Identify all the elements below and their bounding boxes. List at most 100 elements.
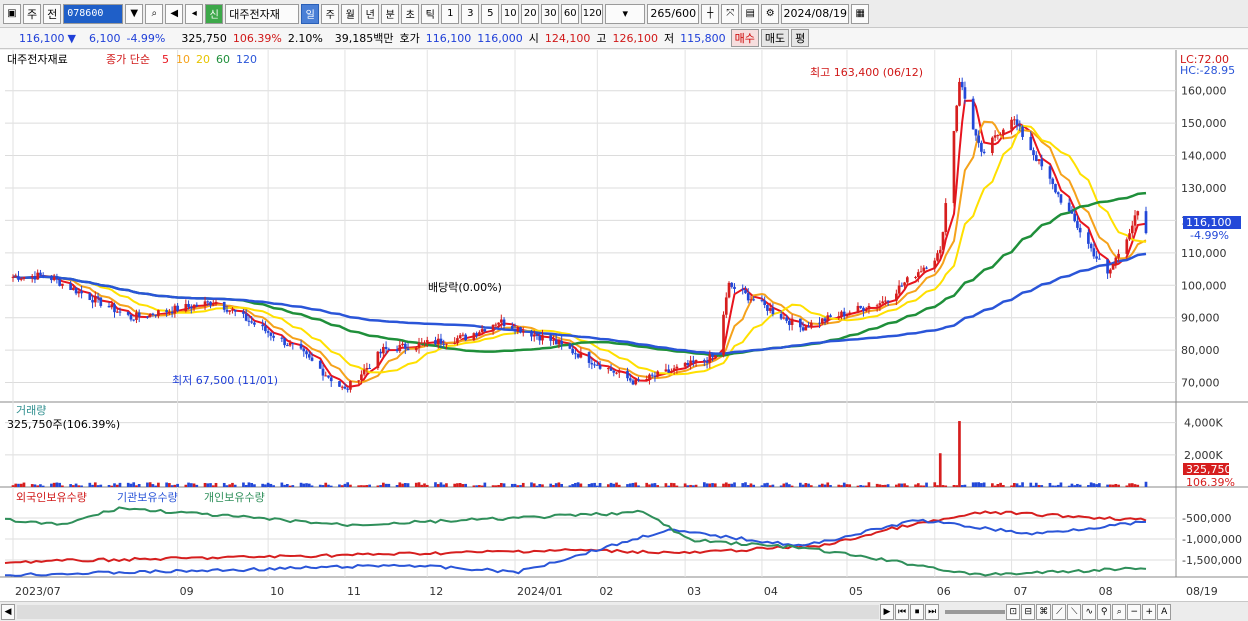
minute-60[interactable]: 60 — [561, 3, 580, 24]
scroll-right-icon[interactable]: ▶ — [880, 603, 894, 620]
minute-120[interactable]: 120 — [581, 3, 604, 24]
minute-1[interactable]: 1 — [441, 3, 460, 24]
stock-code-input[interactable]: 078600 — [63, 3, 124, 24]
period-year[interactable]: 년 — [361, 3, 380, 24]
candle — [820, 318, 824, 324]
candle — [1029, 136, 1033, 151]
zoom-out-icon[interactable]: − — [1127, 603, 1142, 620]
volume-bar — [856, 485, 860, 487]
minute-10[interactable]: 10 — [501, 3, 520, 24]
volume-bar — [96, 485, 100, 487]
holding-tick-label: -500,000 — [1182, 512, 1231, 525]
market-kind-select[interactable]: 전 — [43, 3, 62, 24]
volume-bar — [170, 485, 174, 487]
period-month[interactable]: 월 — [341, 3, 360, 24]
tool-icon-7[interactable]: ⚲ — [1097, 603, 1112, 620]
tool-icon-4[interactable]: ⟋ — [1052, 603, 1067, 620]
volume: 325,750 — [181, 31, 227, 45]
volume-bar — [771, 484, 775, 487]
new-badge[interactable]: 신 — [205, 3, 224, 24]
candle — [809, 322, 813, 328]
scroll-track[interactable] — [17, 604, 879, 619]
volume-bar — [203, 482, 207, 487]
volume-bar — [925, 482, 928, 487]
zoom-slider[interactable] — [945, 609, 1006, 614]
candle — [1037, 159, 1041, 161]
candle — [916, 272, 920, 278]
candle — [349, 381, 352, 390]
last-page-icon[interactable]: ⏭ — [925, 603, 940, 620]
period-minute[interactable]: 분 — [381, 3, 400, 24]
candle — [763, 300, 767, 306]
candle — [532, 334, 536, 337]
prev-stock-icon[interactable]: ◂ — [185, 3, 204, 24]
stock-chart[interactable]: 160,000150,000140,000130,000120,000110,0… — [0, 50, 1248, 601]
candle — [1021, 126, 1024, 137]
buy-button[interactable]: 매수 — [730, 29, 759, 47]
candle — [387, 348, 391, 350]
period-day[interactable]: 일 — [301, 3, 320, 24]
stock-name-field[interactable]: 대주전자재 — [225, 3, 300, 24]
minute-20[interactable]: 20 — [521, 3, 540, 24]
candle — [148, 313, 152, 317]
window-icon[interactable]: ▣ — [3, 3, 21, 24]
scroll-left-icon[interactable]: ◀ — [1, 603, 15, 620]
candle — [338, 381, 341, 387]
zoom-in-icon[interactable]: + — [1142, 603, 1157, 620]
candle — [705, 360, 709, 363]
tool-icon-2[interactable]: ⊟ — [1021, 603, 1036, 620]
volume-bar — [480, 485, 484, 487]
crosshair-icon[interactable]: ⤧ — [721, 3, 740, 24]
tool-icon-3[interactable]: ⌘ — [1036, 603, 1052, 620]
volume-bar — [510, 483, 514, 487]
date-input[interactable]: 2024/08/19 — [781, 3, 850, 24]
period-week[interactable]: 주 — [321, 3, 340, 24]
volume-bar — [977, 482, 980, 487]
save-icon[interactable]: ▤ — [741, 3, 760, 24]
volume-bar — [574, 482, 577, 487]
volume-bar — [1056, 484, 1060, 487]
candle — [574, 353, 577, 355]
period-second[interactable]: 초 — [401, 3, 420, 24]
speaker-icon[interactable]: ◀ — [165, 3, 184, 24]
tool-icon-5[interactable]: ⟍ — [1067, 603, 1082, 620]
minute-3[interactable]: 3 — [461, 3, 480, 24]
candle — [357, 380, 361, 382]
candle — [395, 349, 399, 352]
bottom-scrollbar[interactable]: ◀ ▶ ⏮ ⏹ ⏭ ⊡ ⊟ ⌘ ⟋ ⟍ ∿ ⚲ ⌕ − + A — [0, 601, 1248, 621]
first-page-icon[interactable]: ⏮ — [895, 603, 910, 620]
settings-icon[interactable]: ⚙ — [761, 3, 780, 24]
candle — [760, 300, 764, 302]
code-dropdown-icon[interactable]: ▼ — [125, 3, 144, 24]
count-input[interactable]: 265/600 — [647, 3, 700, 24]
minute-5[interactable]: 5 — [481, 3, 500, 24]
chart-type-icon[interactable]: ┼ — [701, 3, 720, 24]
zoom-icon[interactable]: ⌕ — [1112, 603, 1127, 620]
period-tick[interactable]: 틱 — [421, 3, 440, 24]
count-value: 265 — [650, 7, 672, 20]
market-select[interactable]: 주 — [23, 3, 42, 24]
volume-bar — [72, 485, 75, 487]
volume-bar — [519, 485, 522, 487]
volume-bar — [818, 484, 821, 487]
calendar-icon[interactable]: ▦ — [851, 3, 870, 24]
font-size-icon[interactable]: A — [1157, 603, 1172, 620]
candle — [587, 352, 591, 363]
candle — [886, 300, 890, 302]
tool-icon-1[interactable]: ⊡ — [1006, 603, 1021, 620]
volume-bar — [991, 483, 994, 487]
stop-icon[interactable]: ⏹ — [910, 603, 925, 620]
tool-icon-6[interactable]: ∿ — [1082, 603, 1097, 620]
sell-button[interactable]: 매도 — [760, 29, 790, 47]
minute-30[interactable]: 30 — [541, 3, 560, 24]
average-button[interactable]: 평 — [791, 29, 810, 47]
volume-bar — [423, 483, 426, 487]
date-tick-label: 12 — [429, 585, 443, 598]
volume-bar — [664, 483, 668, 487]
custom-period-select[interactable]: ▾ — [605, 3, 646, 24]
candle — [253, 322, 256, 325]
volume-bar — [14, 483, 18, 487]
candle — [689, 360, 692, 366]
candle — [115, 311, 119, 313]
search-icon[interactable]: ⌕ — [145, 3, 164, 24]
